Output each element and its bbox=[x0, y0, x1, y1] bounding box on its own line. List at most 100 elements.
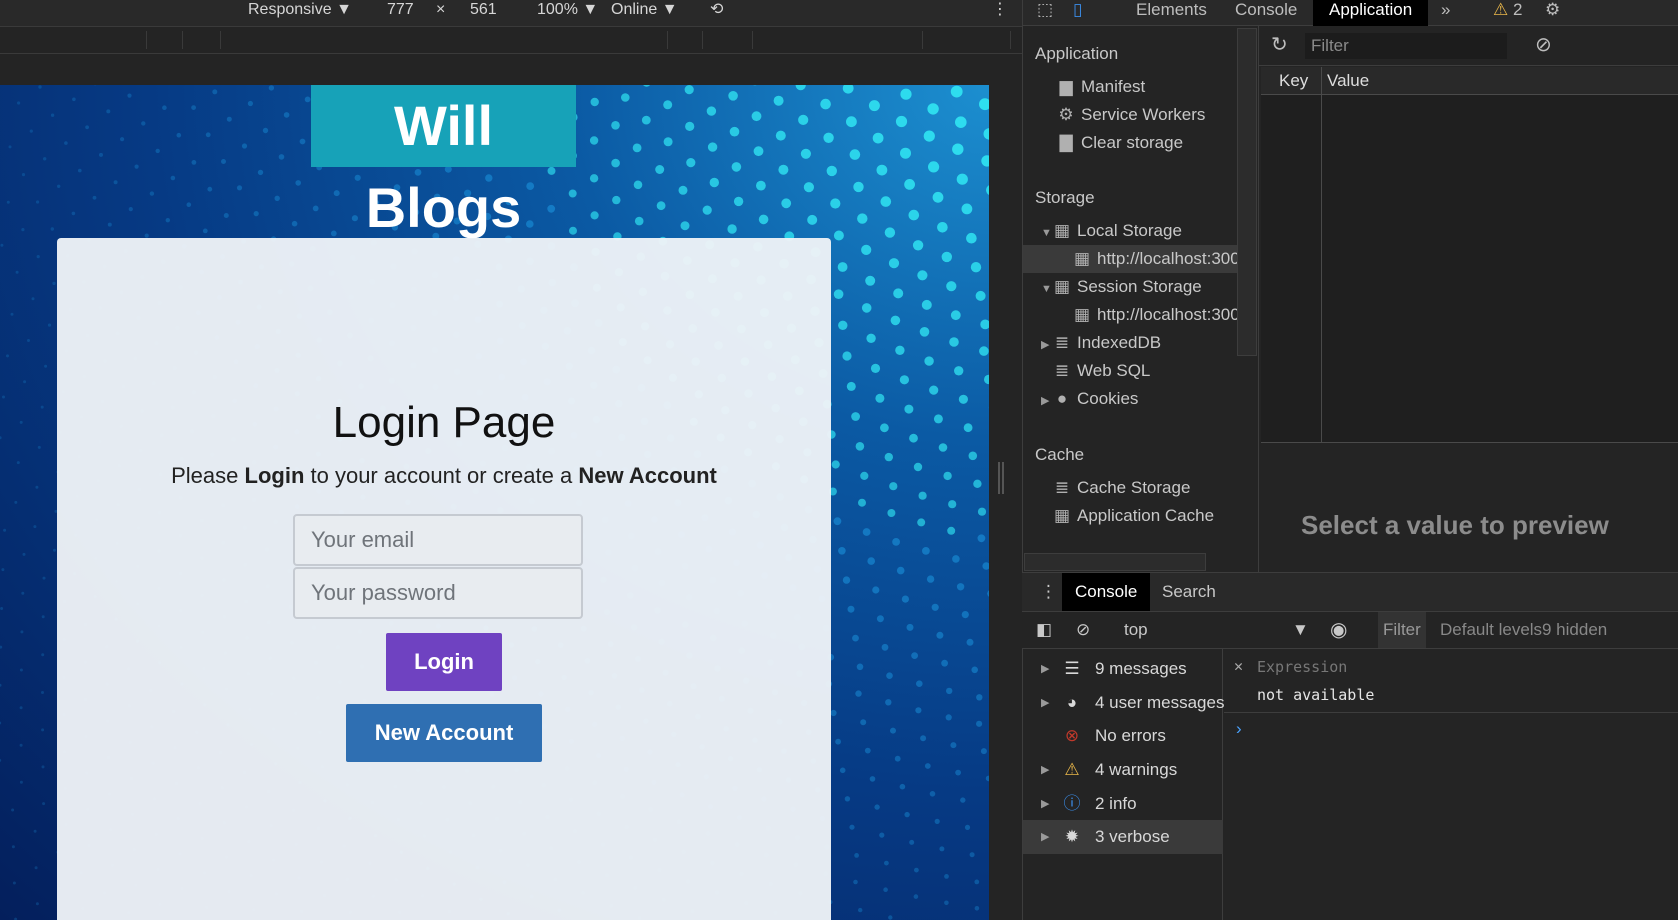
login-card: Login Page Please Login to your account … bbox=[57, 238, 831, 920]
sidebar-item-label: IndexedDB bbox=[1077, 333, 1162, 352]
password-field[interactable] bbox=[293, 567, 583, 619]
resize-handle[interactable] bbox=[998, 462, 1004, 494]
device-mode-select[interactable]: Responsive ▼ bbox=[248, 0, 352, 20]
sidebar-horizontal-scrollbar[interactable] bbox=[1024, 553, 1206, 571]
sidebar-item-label: http://localhost:3000 bbox=[1097, 249, 1237, 268]
chevron-right-icon[interactable]: ▶ bbox=[1041, 387, 1053, 413]
chevron-right-icon: ▶ bbox=[1041, 798, 1050, 810]
login-button[interactable]: Login bbox=[386, 633, 502, 691]
more-options-icon[interactable]: ⋮ bbox=[992, 0, 1008, 20]
sidebar-item-local-storage-origin[interactable]: ▦ http://localhost:3000 bbox=[1023, 245, 1237, 273]
sidebar-item-info[interactable]: ▶ ⓘ 2 info bbox=[1023, 787, 1223, 821]
sidebar-item-cookies[interactable]: ▶ ● Cookies bbox=[1023, 385, 1237, 413]
settings-icon[interactable]: ⚙ bbox=[1545, 0, 1560, 20]
viewport-resize-strip bbox=[989, 85, 1022, 920]
drawer-menu-icon[interactable]: ⋮ bbox=[1040, 573, 1057, 611]
sidebar-item-service-workers[interactable]: ⚙ Service Workers bbox=[1023, 101, 1237, 129]
sidebar-item-user-messages[interactable]: ▶ ◕ 4 user messages bbox=[1023, 686, 1224, 720]
table-icon: ▦ bbox=[1053, 277, 1071, 296]
site-brand[interactable]: Will Blogs bbox=[311, 85, 576, 239]
sidebar-item-application-cache[interactable]: ▦ Application Cache bbox=[1023, 502, 1237, 530]
device-mode-label: Responsive bbox=[248, 1, 332, 18]
subtitle-text: Please bbox=[171, 463, 245, 488]
refresh-icon[interactable]: ↻ bbox=[1271, 32, 1288, 57]
sidebar-toggle-icon[interactable]: ◧ bbox=[1036, 612, 1052, 648]
tab-application[interactable]: Application bbox=[1313, 0, 1429, 26]
login-subtitle: Please Login to your account or create a… bbox=[57, 463, 831, 489]
sidebar-item-verbose[interactable]: ▶ ✹ 3 verbose bbox=[1023, 820, 1223, 854]
list-icon: ☰ bbox=[1064, 659, 1080, 678]
viewport-height[interactable]: 561 bbox=[470, 0, 497, 20]
inspect-icon[interactable]: ⬚ bbox=[1037, 0, 1053, 20]
sidebar-item-web-sql[interactable]: ≣ Web SQL bbox=[1023, 357, 1237, 385]
clear-console-icon[interactable]: ⊘ bbox=[1076, 612, 1090, 648]
chevron-right-icon: ▶ bbox=[1041, 764, 1050, 776]
network-throttle-select[interactable]: Online ▼ bbox=[611, 0, 678, 20]
section-cache: Cache bbox=[1035, 445, 1085, 464]
warning-counter[interactable]: ⚠ 2 bbox=[1493, 0, 1522, 20]
sidebar-item-indexeddb[interactable]: ▶ ≣ IndexedDB bbox=[1023, 329, 1237, 357]
context-select[interactable]: top bbox=[1124, 612, 1148, 648]
viewport-width[interactable]: 777 bbox=[387, 0, 414, 20]
chevron-down-icon: ▼ bbox=[336, 1, 352, 18]
tab-elements[interactable]: Elements bbox=[1136, 0, 1207, 20]
tab-console[interactable]: Console bbox=[1235, 0, 1297, 20]
dimension-separator: × bbox=[436, 1, 446, 18]
chevron-down-icon[interactable]: ▼ bbox=[1292, 612, 1309, 648]
viewport-gutter bbox=[0, 55, 1022, 85]
warning-count: 2 bbox=[1512, 0, 1523, 19]
column-value[interactable]: Value bbox=[1327, 67, 1369, 95]
sidebar-item-session-storage-origin[interactable]: ▦ http://localhost:3000 bbox=[1023, 301, 1237, 329]
sidebar-item-errors[interactable]: ⊗ No errors bbox=[1023, 719, 1223, 753]
new-account-button[interactable]: New Account bbox=[346, 704, 542, 762]
clear-all-icon[interactable]: ⊘ bbox=[1535, 32, 1552, 57]
close-icon[interactable]: ✕ bbox=[1234, 657, 1243, 675]
more-tabs-icon[interactable]: » bbox=[1441, 0, 1450, 20]
sidebar-item-cache-storage[interactable]: ≣ Cache Storage bbox=[1023, 474, 1237, 502]
tab-drawer-console[interactable]: Console bbox=[1062, 573, 1151, 611]
devtools-tab-bar: ⬚ ▯ Elements Console Application » ⚠ 2 ⚙ bbox=[1022, 0, 1678, 26]
tab-drawer-search[interactable]: Search bbox=[1162, 573, 1216, 611]
chevron-right-icon[interactable]: ▶ bbox=[1041, 331, 1053, 357]
sidebar-item-warnings[interactable]: ▶ ⚠ 4 warnings bbox=[1023, 753, 1223, 787]
log-levels-select[interactable]: Default levels bbox=[1440, 612, 1542, 648]
console-output: ✕ Expression not available › bbox=[1224, 649, 1678, 920]
sidebar-item-session-storage[interactable]: ▼ ▦ Session Storage bbox=[1023, 273, 1237, 301]
sidebar-item-manifest[interactable]: ▆ Manifest bbox=[1023, 73, 1237, 101]
info-icon: ⓘ bbox=[1063, 794, 1081, 813]
device-toolbar: Responsive ▼ 777 × 561 100% ▼ Online ▼ ⟲… bbox=[0, 0, 1022, 26]
storage-filter-input[interactable] bbox=[1305, 33, 1507, 59]
console-prompt[interactable]: › bbox=[1236, 719, 1242, 739]
sidebar-item-label: 3 verbose bbox=[1095, 827, 1170, 846]
table-header: Key Value bbox=[1261, 67, 1678, 95]
chevron-right-icon: ▶ bbox=[1041, 831, 1050, 843]
user-icon: ◕ bbox=[1066, 693, 1078, 712]
device-toggle-icon[interactable]: ▯ bbox=[1073, 0, 1082, 20]
sidebar-item-label: http://localhost:3000 bbox=[1097, 305, 1237, 324]
sidebar-item-label: Clear storage bbox=[1081, 133, 1184, 152]
sidebar-item-messages[interactable]: ▶ ☰ 9 messages bbox=[1023, 652, 1223, 686]
chevron-down-icon[interactable]: ▼ bbox=[1041, 219, 1053, 245]
chevron-down-icon[interactable]: ▼ bbox=[1041, 275, 1053, 301]
rotate-icon[interactable]: ⟲ bbox=[710, 0, 723, 20]
cookie-icon: ● bbox=[1056, 389, 1068, 408]
console-filter-input[interactable]: Filter bbox=[1378, 612, 1426, 648]
table-icon: ▦ bbox=[1053, 221, 1071, 240]
sidebar-item-label: Session Storage bbox=[1077, 277, 1202, 296]
email-field[interactable] bbox=[293, 514, 583, 566]
sidebar-item-clear-storage[interactable]: ▇ Clear storage bbox=[1023, 129, 1237, 157]
subtitle-text: to your account or create a bbox=[304, 463, 579, 488]
section-application: Application bbox=[1035, 44, 1119, 63]
expression-input[interactable]: Expression bbox=[1257, 658, 1347, 676]
sidebar-item-label: 4 warnings bbox=[1095, 760, 1178, 779]
sidebar-item-local-storage[interactable]: ▼ ▦ Local Storage bbox=[1023, 217, 1237, 245]
zoom-select[interactable]: 100% ▼ bbox=[537, 0, 598, 20]
console-toolbar: ◧ ⊘ top ▼ ◉ Filter Default levels 9 hidd… bbox=[1022, 612, 1678, 649]
error-icon: ⊗ bbox=[1064, 726, 1080, 745]
preview-message: Select a value to preview bbox=[1301, 510, 1609, 540]
chevron-down-icon: ▼ bbox=[661, 1, 678, 18]
sidebar-item-label: Cookies bbox=[1077, 389, 1139, 408]
sidebar-scrollbar[interactable] bbox=[1237, 28, 1257, 356]
column-key[interactable]: Key bbox=[1279, 67, 1308, 95]
eye-icon[interactable]: ◉ bbox=[1330, 612, 1347, 648]
